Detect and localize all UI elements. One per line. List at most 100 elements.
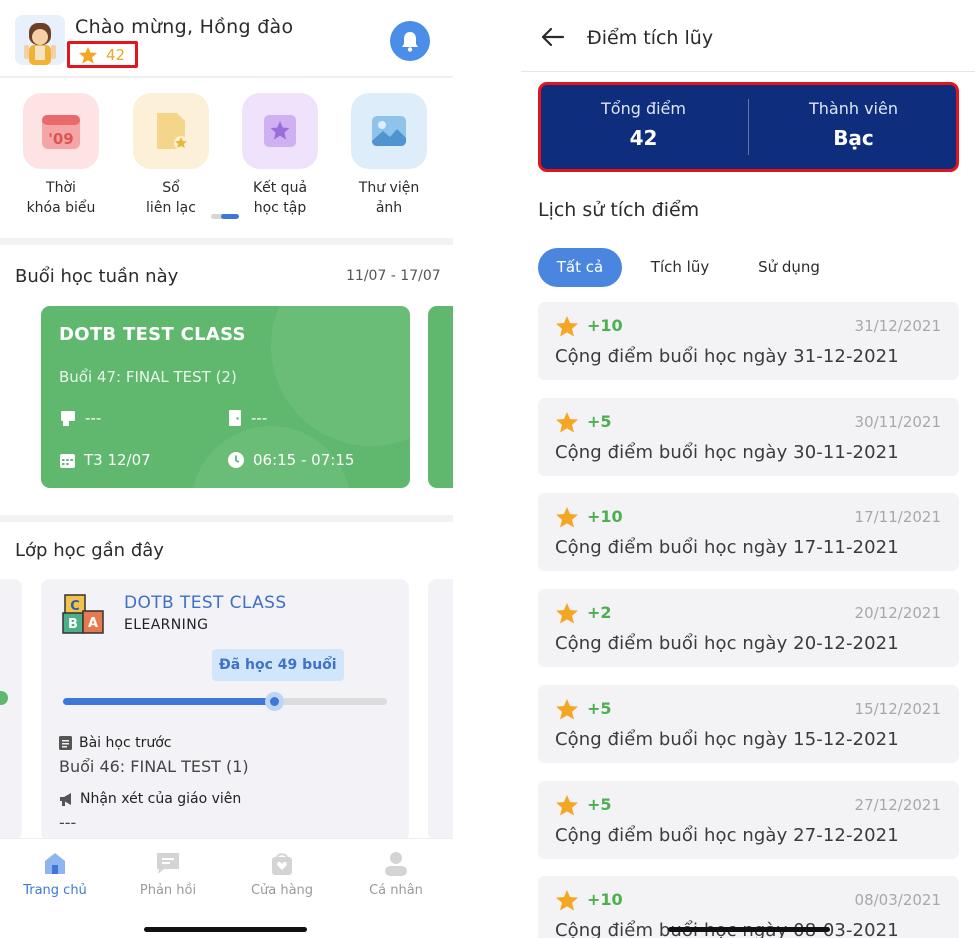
history-item[interactable]: +5 30/11/2021 Cộng điểm buổi học ngày 30-1… <box>538 397 959 476</box>
prev-lesson-value: Buổi 46: FINAL TEST (1) <box>59 757 249 776</box>
class-type: ELEARNING <box>124 617 209 633</box>
history-description: Cộng điểm buổi học ngày 15-12-2021 <box>555 728 899 750</box>
total-points: Tổng điểm 42 <box>541 99 746 150</box>
clock-icon <box>228 452 244 468</box>
room-value: --- <box>251 409 268 427</box>
back-arrow-icon[interactable] <box>541 27 565 51</box>
megaphone-icon <box>60 792 71 806</box>
photo-library-icon <box>351 93 427 169</box>
nav-feedback[interactable]: Phản hồi <box>123 849 213 898</box>
history-description: Cộng điểm buổi học ngày 20-12-2021 <box>555 633 899 655</box>
history-points: +10 <box>587 316 623 335</box>
history-date: 30/11/2021 <box>854 412 941 431</box>
quick-action-photo-library[interactable]: Thư viện ảnh <box>339 93 439 218</box>
svg-text:A: A <box>88 616 98 631</box>
quick-action-label: Thư viện ảnh <box>358 180 420 216</box>
history-points: +2 <box>587 603 612 623</box>
home-header: Chào mừng, Hồng đào 42 <box>0 0 453 76</box>
teacher-row: --- <box>60 409 101 427</box>
time-value: 06:15 - 07:15 <box>253 451 355 469</box>
star-icon <box>555 411 579 437</box>
lesson-name: Buổi 47: FINAL TEST (2) <box>59 368 237 386</box>
star-icon <box>555 315 579 341</box>
tab-all[interactable]: Tất cả <box>538 248 622 287</box>
summary-divider <box>748 99 749 155</box>
progress-track <box>63 698 387 705</box>
recent-class-card-prev[interactable] <box>0 579 22 841</box>
date-row: T3 12/07 <box>60 451 151 469</box>
recent-class-card-next[interactable] <box>428 579 453 841</box>
total-points-label: Tổng điểm <box>601 99 686 118</box>
progress-label: Đã học 49 buổi <box>212 649 344 681</box>
quick-action-label: Thời khóa biểu <box>26 180 96 216</box>
week-class-card[interactable]: DOTB TEST CLASS Buổi 47: FINAL TEST (2) … <box>41 306 410 488</box>
history-date: 20/12/2021 <box>854 604 941 623</box>
history-date: 15/12/2021 <box>854 699 941 718</box>
prev-lesson-row: Bài học trước <box>59 735 172 751</box>
feedback-icon <box>154 849 182 877</box>
nav-profile[interactable]: Cá nhân <box>351 849 441 898</box>
page-title: Điểm tích lũy <box>587 27 714 49</box>
teacher-value: --- <box>85 409 102 427</box>
history-points: +10 <box>587 890 623 910</box>
history-item[interactable]: +2 20/12/2021 Cộng điểm buổi học ngày 20-1… <box>538 589 959 668</box>
quick-action-contact-book[interactable]: Sổ liên lạc <box>121 93 221 218</box>
star-icon <box>555 602 579 628</box>
quick-action-results[interactable]: Kết quả học tập <box>230 93 330 218</box>
points-badge[interactable]: 42 <box>67 41 138 68</box>
svg-text:C: C <box>70 599 80 614</box>
history-item[interactable]: +5 27/12/2021 Cộng điểm buổi học ngày 27-1… <box>538 780 959 859</box>
nav-shop[interactable]: Cửa hàng <box>237 849 327 898</box>
history-description: Cộng điểm buổi học ngày 30-11-2021 <box>555 441 899 463</box>
home-icon <box>41 849 69 877</box>
quick-action-label: Kết quả học tập <box>252 180 308 216</box>
home-indicator <box>668 927 830 932</box>
greeting-text: Chào mừng, Hồng đào <box>75 16 294 38</box>
week-class-card-next[interactable] <box>428 306 453 488</box>
progress-fill <box>63 698 277 705</box>
history-item[interactable]: +5 15/12/2021 Cộng điểm buổi học ngày 15-1… <box>538 684 959 763</box>
results-star-icon <box>242 93 318 169</box>
contact-book-icon <box>133 93 209 169</box>
calendar-badge: '09 <box>48 130 73 148</box>
bottom-navigation: Trang chủ Phản hồi Cửa hàng Cá nhân <box>0 838 453 938</box>
progress-knob <box>265 692 284 711</box>
tab-earned[interactable]: Tích lũy <box>638 248 722 287</box>
abc-blocks-icon: C B A <box>61 591 107 637</box>
history-item[interactable]: +10 17/11/2021 Cộng điểm buổi học ngày 17-… <box>538 493 959 572</box>
week-date-range[interactable]: 11/07 - 17/07 <box>346 268 441 284</box>
recent-class-card[interactable]: C B A DOTB TEST CLASS ELEARNING Đã học 4… <box>41 579 409 841</box>
history-title: Lịch sử tích điểm <box>538 199 700 221</box>
history-description: Cộng điểm buổi học ngày 27-12-2021 <box>555 824 899 846</box>
nav-label: Phản hồi <box>139 883 197 898</box>
membership: Thành viên Bạc <box>751 99 956 150</box>
nav-label: Trang chủ <box>23 883 87 898</box>
star-icon <box>555 506 579 532</box>
avatar[interactable] <box>15 15 65 65</box>
nav-label: Cá nhân <box>369 883 423 898</box>
room-row: --- <box>228 409 267 427</box>
time-row: 06:15 - 07:15 <box>228 451 354 469</box>
nav-label: Cửa hàng <box>250 883 314 898</box>
section-divider <box>0 238 453 245</box>
history-points: +5 <box>587 411 612 431</box>
quick-action-label: Sổ liên lạc <box>146 180 196 216</box>
star-icon <box>555 889 579 915</box>
history-item[interactable]: +10 31/12/2021 Cộng điểm buổi học ngày 31-… <box>538 302 959 380</box>
teacher-comment-value: --- <box>59 813 77 832</box>
tab-used[interactable]: Sử dụng <box>745 248 833 287</box>
history-description: Cộng điểm buổi học ngày 17-11-2021 <box>555 537 899 559</box>
calendar-icon <box>60 454 75 468</box>
home-indicator <box>144 927 307 932</box>
history-date: 27/12/2021 <box>854 795 941 814</box>
prev-lesson-label: Bài học trước <box>79 735 172 751</box>
svg-text:B: B <box>68 617 78 632</box>
history-points: +5 <box>587 698 612 718</box>
document-icon <box>59 736 72 750</box>
divider <box>0 76 453 78</box>
notification-bell-icon[interactable] <box>390 21 430 61</box>
history-date: 31/12/2021 <box>854 317 941 335</box>
nav-home[interactable]: Trang chủ <box>10 849 100 898</box>
quick-action-timetable[interactable]: '09 Thời khóa biểu <box>11 93 111 218</box>
points-value: 42 <box>106 46 126 64</box>
